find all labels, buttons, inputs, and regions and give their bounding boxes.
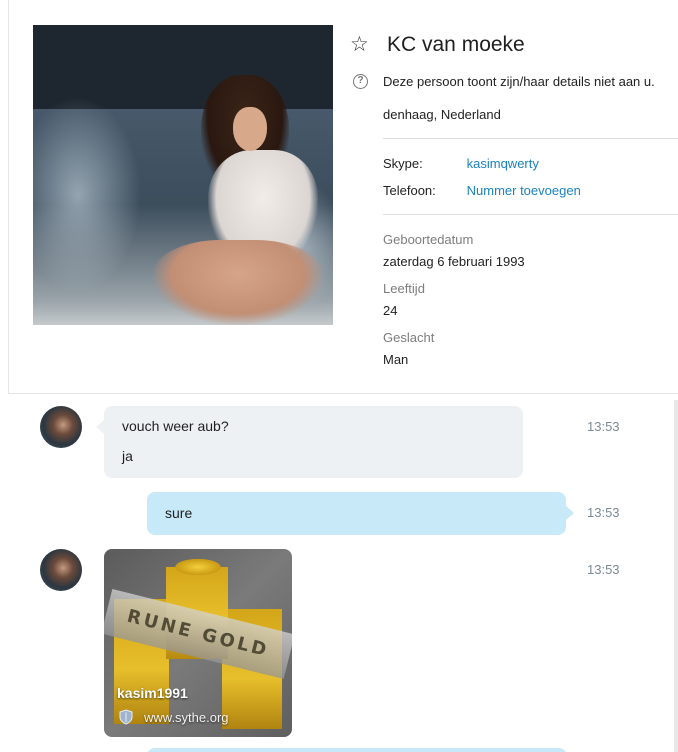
- message-text: vouch weer aub?: [122, 418, 229, 434]
- gender-label: Geslacht: [383, 330, 435, 345]
- birthdate-value: zaterdag 6 februari 1993: [383, 254, 525, 269]
- privacy-text: Deze persoon toont zijn/haar details nie…: [383, 74, 655, 89]
- chat-area: vouch weer aub? ja 13:53 sure 13:53 RUNE…: [0, 400, 678, 752]
- age-label: Leeftijd: [383, 281, 425, 296]
- privacy-notice: ? Deze persoon toont zijn/haar details n…: [353, 74, 655, 89]
- link-preview-source: www.sythe.org: [118, 709, 229, 725]
- divider: [383, 138, 678, 139]
- profile-photo[interactable]: [33, 25, 333, 325]
- contact-avatar[interactable]: [40, 549, 82, 591]
- skype-row: Skype: kasimqwerty: [383, 156, 539, 171]
- profile-header: ☆ KC van moeke: [350, 33, 525, 57]
- skype-link[interactable]: kasimqwerty: [467, 156, 539, 171]
- shield-icon: [119, 709, 133, 725]
- question-icon: ?: [353, 74, 368, 89]
- message-timestamp: 13:53: [587, 505, 620, 520]
- link-preview-card[interactable]: RUNE GOLD kasim1991 www.sythe.org: [104, 549, 292, 737]
- contact-avatar[interactable]: [40, 406, 82, 448]
- birthdate-label: Geboortedatum: [383, 232, 474, 247]
- link-preview-domain: www.sythe.org: [144, 709, 229, 725]
- profile-name: KC van moeke: [387, 33, 525, 56]
- age-value: 24: [383, 303, 398, 318]
- star-icon[interactable]: ☆: [350, 34, 372, 56]
- photo-figure-legs: [153, 240, 323, 325]
- link-preview-title: kasim1991: [117, 685, 188, 701]
- message-text: sure: [165, 505, 193, 521]
- divider: [383, 214, 678, 215]
- gender-value: Man: [383, 352, 409, 367]
- message-timestamp: 13:53: [587, 562, 620, 577]
- photo-figure-face: [233, 107, 267, 151]
- message-timestamp: 13:53: [587, 419, 620, 434]
- add-phone-link[interactable]: Nummer toevoegen: [467, 183, 581, 198]
- message-text: ja: [122, 448, 133, 464]
- phone-label: Telefoon:: [383, 183, 436, 198]
- message-bubble-outgoing[interactable]: [147, 748, 567, 752]
- phone-row: Telefoon: Nummer toevoegen: [383, 183, 581, 198]
- message-bubble-outgoing[interactable]: sure: [147, 492, 574, 535]
- message-bubble-incoming[interactable]: vouch weer aub? ja: [96, 406, 523, 478]
- skype-label: Skype:: [383, 156, 423, 171]
- profile-location: denhaag, Nederland: [383, 107, 501, 122]
